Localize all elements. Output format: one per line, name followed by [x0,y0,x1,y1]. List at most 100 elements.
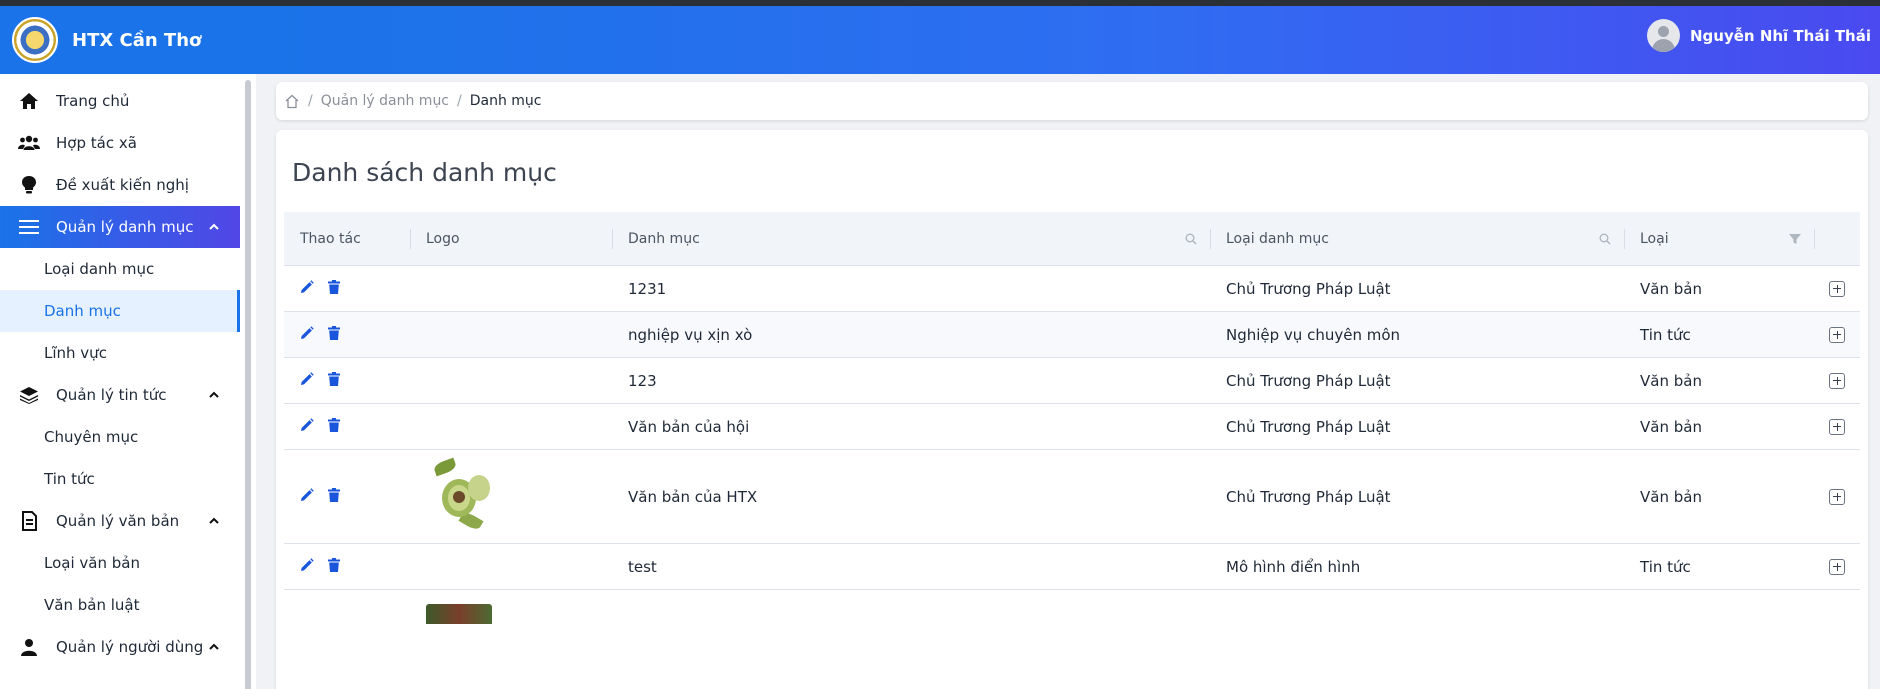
menu-icon [18,216,40,238]
expand-row-plus-icon[interactable] [1829,280,1845,297]
cell-loai-danh-muc: Chủ Trương Pháp Luật [1226,371,1391,390]
cell-danh-muc: Văn bản của hội [628,417,750,436]
cell-loai-danh-muc: Nghiệp vụ chuyên môn [1226,325,1401,344]
column-header-loai-danh-muc: Loại danh mục [1210,212,1624,265]
cell-loai: Văn bản [1640,417,1702,436]
edit-icon[interactable] [300,279,314,298]
column-header-logo: Logo [410,212,612,265]
expand-row-plus-icon[interactable] [1829,488,1845,505]
expand-cell [1814,450,1860,543]
delete-icon[interactable] [328,371,340,390]
breadcrumb-link[interactable]: Quản lý danh mục [321,93,449,109]
column-header-label: Loại danh mục [1226,230,1329,247]
breadcrumb-separator: / [308,93,313,109]
edit-icon[interactable] [300,487,314,506]
sidebar-subitem-loai-van-ban[interactable]: Loại văn bản [0,542,240,584]
column-header-label: Loại [1640,230,1669,247]
table-row: 123 Chủ Trương Pháp Luật Văn bản [284,358,1860,404]
category-table: Thao tác Logo Danh mục Loại danh mục Loạ… [284,212,1860,650]
sidebar-item-label: Hợp tác xã [56,134,137,152]
sidebar-subitem-linh-vuc[interactable]: Lĩnh vực [0,332,240,374]
cell-loai-danh-muc: Chủ Trương Pháp Luật [1226,487,1391,506]
expand-row-plus-icon[interactable] [1829,558,1845,575]
delete-icon[interactable] [328,279,340,298]
layers-icon [18,384,40,406]
sidebar-subitem-van-ban-luat[interactable]: Văn bản luật [0,584,240,626]
logo-image-partial [426,604,492,624]
edit-icon[interactable] [300,371,314,390]
table-row: 1231 Chủ Trương Pháp Luật Văn bản [284,266,1860,312]
table-body: 1231 Chủ Trương Pháp Luật Văn bản nghiệp vụ… [284,266,1860,650]
delete-icon[interactable] [328,325,340,344]
htx-logo [12,17,58,63]
sidebar-item-de-xuat[interactable]: Đề xuất kiến nghị [0,164,240,206]
breadcrumb-separator: / [457,93,462,109]
table-row: Văn bản của HTX Chủ Trương Pháp Luật Văn b… [284,450,1860,544]
expand-row-plus-icon[interactable] [1829,372,1845,389]
row-actions [284,404,410,449]
chevron-up-icon [209,517,219,524]
filter-icon[interactable] [1788,232,1802,246]
cell-loai: Tin tức [1640,325,1691,344]
sidebar-item-trang-chu[interactable]: Trang chủ [0,80,240,122]
table-header: Thao tác Logo Danh mục Loại danh mục Loạ… [284,212,1860,266]
home-icon [18,90,40,112]
column-header-expand [1814,212,1860,265]
expand-cell [1814,544,1860,589]
content-card: Danh sách danh mục Thao tác Logo Danh mụ… [276,130,1868,689]
brand[interactable]: HTX Cần Thơ [0,6,256,74]
page-title: Danh sách danh mục [292,158,557,187]
app-title: HTX Cần Thơ [72,29,202,51]
sidebar-item-quan-ly-van-ban[interactable]: Quản lý văn bản [0,500,240,542]
edit-icon[interactable] [300,557,314,576]
table-row: test Mô hình điển hình Tin tức [284,544,1860,590]
chevron-up-icon [209,223,219,230]
breadcrumb-current: Danh mục [469,93,542,109]
sidebar-item-label: Quản lý văn bản [56,512,180,530]
sidebar-subitem-tin-tuc[interactable]: Tin tức [0,458,240,500]
logo-cell [410,450,612,543]
column-header-label: Danh mục [628,230,700,247]
expand-cell [1814,266,1860,311]
user-icon [18,636,40,658]
cell-loai: Văn bản [1640,371,1702,390]
user-menu[interactable]: Nguyễn Nhĩ Thái Thái [1647,19,1871,52]
search-icon[interactable] [1184,232,1198,246]
delete-icon[interactable] [328,417,340,436]
sidebar-subitem-danh-muc[interactable]: Danh mục [0,290,240,332]
column-header-loai: Loại [1624,212,1814,265]
sidebar: HTX Cần Thơ Trang chủ Hợp tác xã Đề xuất… [0,6,256,689]
expand-cell [1814,312,1860,357]
search-icon[interactable] [1598,232,1612,246]
sidebar-subitem-loai-danh-muc[interactable]: Loại danh mục [0,248,240,290]
expand-row-plus-icon[interactable] [1829,418,1845,435]
row-actions [284,312,410,357]
sidebar-item-quan-ly-nguoi-dung[interactable]: Quản lý người dùng [0,626,240,668]
column-header-danh-muc: Danh mục [612,212,1210,265]
cell-danh-muc: 1231 [628,279,667,298]
table-row [284,590,1860,650]
sidebar-item-quan-ly-tin-tuc[interactable]: Quản lý tin tức [0,374,240,416]
document-icon [18,510,40,532]
logo-cell [410,312,612,357]
sidebar-item-quan-ly-danh-muc[interactable]: Quản lý danh mục [0,206,240,248]
expand-cell [1814,358,1860,403]
delete-icon[interactable] [328,557,340,576]
delete-icon[interactable] [328,487,340,506]
cell-loai: Tin tức [1640,557,1691,576]
home-icon[interactable] [284,94,300,109]
edit-icon[interactable] [300,417,314,436]
sidebar-item-label: Quản lý người dùng [56,638,204,656]
sidebar-item-hop-tac-xa[interactable]: Hợp tác xã [0,122,240,164]
breadcrumb: / Quản lý danh mục / Danh mục [276,82,1868,120]
sidebar-item-label: Quản lý tin tức [56,386,167,404]
row-actions [284,358,410,403]
cell-loai: Văn bản [1640,487,1702,506]
sidebar-scrollbar[interactable] [245,80,251,689]
edit-icon[interactable] [300,325,314,344]
expand-row-plus-icon[interactable] [1829,326,1845,343]
logo-cell [410,404,612,449]
sidebar-subitem-chuyen-muc[interactable]: Chuyên mục [0,416,240,458]
sidebar-item-label: Quản lý danh mục [56,218,194,236]
cell-danh-muc: nghiệp vụ xịn xò [628,325,753,344]
